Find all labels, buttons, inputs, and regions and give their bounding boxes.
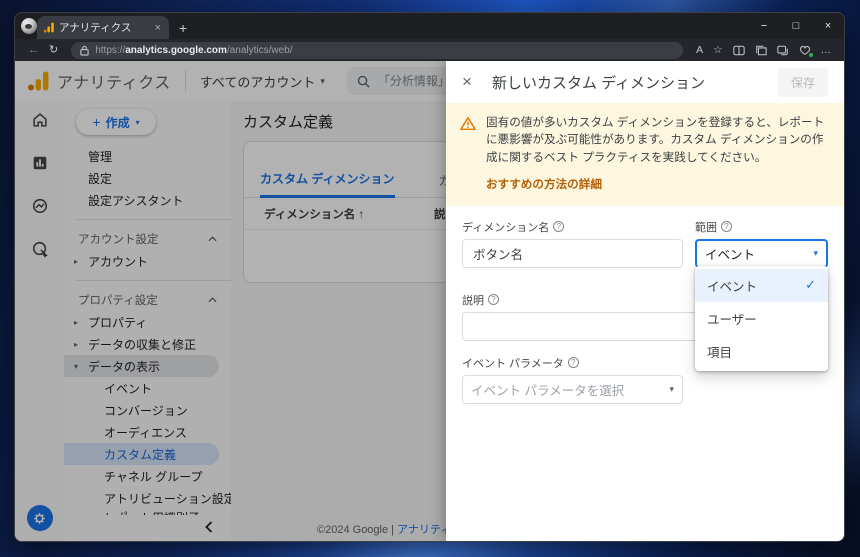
warning-text: 固有の値が多いカスタム ディメンションを登録すると、レポートに悪影響が及ぶ可能性… <box>486 116 825 164</box>
desktop-wallpaper: アナリティクス × + − □ × ← ↻ https://analytics.… <box>0 0 860 557</box>
scope-select[interactable]: イベント ▾ <box>695 238 828 268</box>
help-icon[interactable]: ? <box>567 357 579 369</box>
dialog-header: × 新しいカスタム ディメンション 保存 <box>446 61 844 103</box>
refresh-icon[interactable]: ↻ <box>49 44 58 56</box>
maximize-button[interactable]: □ <box>780 13 812 39</box>
analytics-favicon-icon <box>43 22 54 33</box>
scope-dropdown-menu: イベント ✓ ユーザー 項目 <box>695 265 828 371</box>
essentials-status-dot <box>808 52 813 57</box>
page-viewport: アナリティクス すべてのアカウント ▾ 「分析情報」と検索 + 作成 ▾ 管理 … <box>15 61 844 541</box>
dialog-form: ディメンション名 ? 範囲 ? イベント <box>446 206 844 404</box>
scope-option-item[interactable]: 項目 <box>695 335 828 368</box>
close-button[interactable]: × <box>812 13 844 39</box>
dimension-name-label: ディメンション名 ? <box>462 219 683 235</box>
browser-essentials-icon[interactable] <box>799 45 813 57</box>
split-screen-icon[interactable] <box>732 45 745 56</box>
browser-window: アナリティクス × + − □ × ← ↻ https://analytics.… <box>14 12 845 542</box>
warning-banner: 固有の値が多いカスタム ディメンションを登録すると、レポートに悪影響が及ぶ可能性… <box>446 103 844 206</box>
best-practices-link[interactable]: おすすめの方法の詳細 <box>486 176 602 193</box>
help-icon[interactable]: ? <box>488 294 499 306</box>
dialog-title: 新しいカスタム ディメンション <box>491 74 706 92</box>
new-tab-button[interactable]: + <box>179 20 187 36</box>
warning-text-wrap: 固有の値が多いカスタム ディメンションを登録すると、レポートに悪影響が及ぶ可能性… <box>486 114 828 194</box>
warning-icon <box>460 117 476 130</box>
tab-close-icon[interactable]: × <box>153 22 163 34</box>
collections-icon[interactable] <box>755 45 767 56</box>
event-parameter-label: イベント パラメータ ? <box>462 355 683 371</box>
window-controls: − □ × <box>748 13 844 39</box>
minimize-button[interactable]: − <box>748 13 780 39</box>
help-icon[interactable]: ? <box>721 221 732 233</box>
browser-logo-icon[interactable] <box>21 18 37 34</box>
url-text: https://analytics.google.com/analytics/w… <box>95 44 293 56</box>
scope-option-user[interactable]: ユーザー <box>695 302 828 335</box>
more-menu-icon[interactable]: … <box>821 44 832 56</box>
address-bar[interactable]: https://analytics.google.com/analytics/w… <box>71 41 684 59</box>
tab-title: アナリティクス <box>59 22 132 34</box>
event-parameter-select[interactable]: イベント パラメータを選択 ▾ <box>462 374 683 404</box>
back-icon[interactable]: ← <box>28 44 39 56</box>
workspaces-icon[interactable] <box>776 45 789 56</box>
chevron-down-icon: ▾ <box>813 247 818 258</box>
browser-toolbar: ← ↻ https://analytics.google.com/analyti… <box>15 39 844 61</box>
toolbar-right-icons: A ☆ … <box>691 44 836 57</box>
dimension-name-input[interactable] <box>462 238 683 268</box>
chevron-down-icon: ▾ <box>669 383 674 394</box>
check-icon: ✓ <box>805 277 816 293</box>
save-button[interactable]: 保存 <box>777 67 828 97</box>
scope-label: 範囲 ? <box>695 219 828 235</box>
lock-icon <box>80 45 89 56</box>
browser-tab-analytics[interactable]: アナリティクス × <box>37 16 169 39</box>
help-icon[interactable]: ? <box>553 221 565 233</box>
new-custom-dimension-dialog: × 新しいカスタム ディメンション 保存 固有の値が多いカスタム ディメンション… <box>446 61 844 541</box>
favorites-star-icon[interactable]: ☆ <box>713 44 722 56</box>
close-icon[interactable]: × <box>462 72 472 92</box>
browser-titlebar: アナリティクス × + − □ × <box>15 13 844 39</box>
read-aloud-icon[interactable]: A <box>696 44 703 56</box>
scope-option-event[interactable]: イベント ✓ <box>695 268 828 302</box>
